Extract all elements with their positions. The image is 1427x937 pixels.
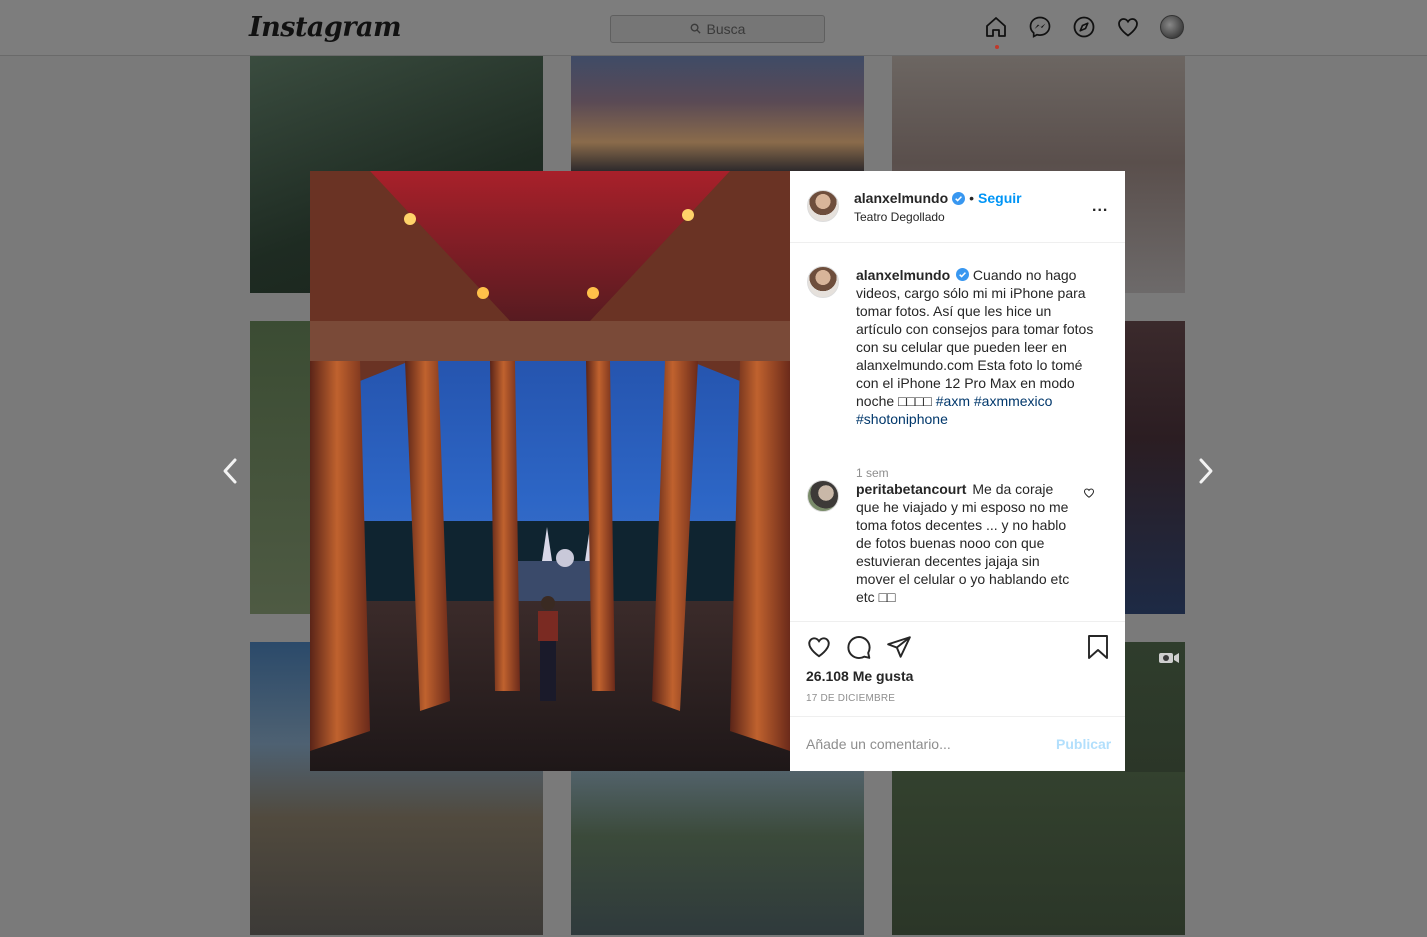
nav-icons	[984, 15, 1184, 49]
next-post-arrow-icon[interactable]	[1190, 456, 1220, 486]
explore-icon[interactable]	[1072, 15, 1096, 39]
commenter-username[interactable]: peritabetancourt	[856, 481, 966, 497]
active-indicator-dot	[995, 45, 999, 49]
comment-text: peritabetancourt Me da coraje que he via…	[856, 480, 1071, 606]
instagram-logo[interactable]: Instagram	[249, 12, 402, 43]
save-bookmark-icon[interactable]	[1086, 634, 1110, 660]
verified-badge-icon	[952, 191, 966, 205]
caption-text: alanxelmundo Cuando no hago videos, carg…	[856, 266, 1096, 428]
caption-timestamp[interactable]: 1 sem	[856, 466, 889, 480]
like-heart-icon[interactable]	[806, 634, 832, 665]
publish-button[interactable]: Publicar	[1056, 736, 1111, 752]
author-username[interactable]: alanxelmundo	[854, 190, 948, 206]
separator-dot: •	[969, 190, 975, 206]
comment-body: Me da coraje que he viajado y mi esposo …	[856, 481, 1070, 605]
profile-avatar[interactable]	[1160, 15, 1184, 39]
post-header: alanxelmundo • Seguir Teatro Degollado .…	[790, 171, 1125, 243]
grid-post-thumbnail[interactable]	[1125, 321, 1185, 614]
search-box[interactable]: Busca	[610, 15, 825, 43]
post-location[interactable]: Teatro Degollado	[854, 210, 945, 224]
commenter-avatar[interactable]	[807, 480, 839, 512]
post-date[interactable]: 17 DE DICIEMBRE	[806, 693, 895, 704]
post-actions: 26.108 Me gusta 17 DE DICIEMBRE	[790, 621, 1125, 716]
like-comment-heart-icon[interactable]	[1083, 486, 1095, 498]
grid-post-thumbnail[interactable]	[892, 771, 1185, 935]
caption-author-avatar[interactable]	[807, 266, 839, 298]
caption-username[interactable]: alanxelmundo	[856, 267, 950, 283]
post-photo[interactable]	[310, 171, 790, 771]
messenger-icon[interactable]	[1028, 15, 1052, 39]
grid-post-thumbnail[interactable]	[571, 771, 864, 935]
share-paper-plane-icon[interactable]	[886, 634, 912, 665]
grid-post-thumbnail[interactable]	[571, 56, 864, 171]
comment-input[interactable]	[806, 733, 1036, 755]
search-placeholder: Busca	[706, 21, 746, 37]
follow-button[interactable]: Seguir	[978, 190, 1022, 206]
post-sidebar: alanxelmundo • Seguir Teatro Degollado .…	[790, 171, 1125, 771]
comment-bubble-icon[interactable]	[846, 634, 872, 665]
more-options-icon[interactable]: ...	[1092, 198, 1108, 216]
add-comment-bar: Publicar	[790, 716, 1125, 771]
author-avatar[interactable]	[807, 190, 839, 222]
previous-post-arrow-icon[interactable]	[216, 456, 246, 486]
verified-badge-icon	[956, 268, 970, 281]
activity-heart-icon[interactable]	[1116, 15, 1140, 39]
likes-count[interactable]: 26.108 Me gusta	[806, 668, 913, 684]
caption-body: Cuando no hago videos, cargo sólo mi mi …	[856, 267, 1094, 409]
grid-post-thumbnail[interactable]	[250, 321, 310, 614]
search-icon	[690, 21, 701, 37]
top-nav-bar: Instagram Busca	[0, 0, 1427, 56]
home-icon[interactable]	[984, 15, 1008, 49]
post-modal: alanxelmundo • Seguir Teatro Degollado .…	[310, 171, 1125, 771]
comments-list: alanxelmundo Cuando no hago videos, carg…	[790, 244, 1125, 621]
video-camera-icon	[1158, 650, 1180, 666]
